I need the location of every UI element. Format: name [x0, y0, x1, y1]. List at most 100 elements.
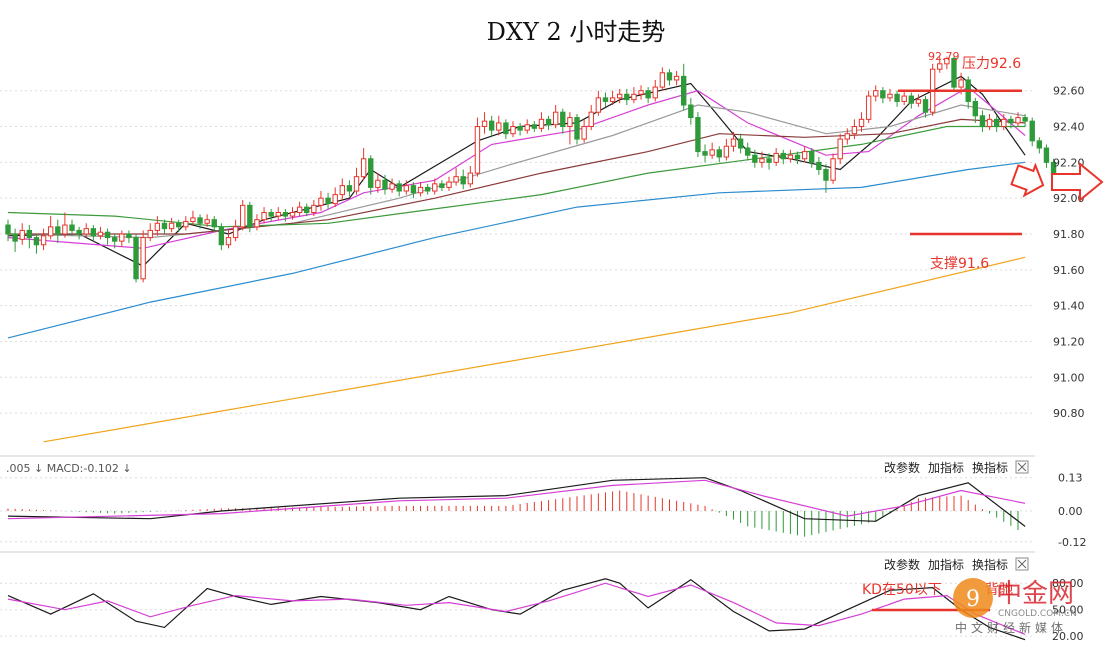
- candle-body: [90, 228, 97, 237]
- candle-body: [1001, 118, 1007, 128]
- candle-body: [638, 90, 644, 95]
- candle-body: [937, 63, 943, 70]
- macd-tick-label: 0.13: [1058, 472, 1083, 485]
- indicator-button-1[interactable]: 改参数: [884, 460, 920, 475]
- candle: [652, 79, 658, 102]
- candle-body: [453, 176, 459, 183]
- candle-body: [254, 219, 260, 228]
- candle-body: [524, 124, 530, 131]
- candle: [702, 144, 708, 163]
- candle-body: [382, 179, 388, 190]
- candle: [467, 165, 474, 188]
- macd-dea-line: [7, 479, 1026, 520]
- indicator-button-3[interactable]: 换指标: [972, 460, 1008, 475]
- candle-body: [894, 93, 900, 102]
- candle: [830, 153, 836, 184]
- candle: [908, 92, 914, 109]
- candle-body: [332, 194, 338, 205]
- candle-body: [240, 204, 246, 228]
- candle: [901, 90, 907, 106]
- candle-body: [97, 231, 104, 237]
- candle-body: [681, 75, 687, 106]
- candle-body: [40, 235, 47, 246]
- candle-body: [474, 126, 481, 174]
- candle-body: [439, 183, 445, 188]
- candle-body: [318, 197, 324, 206]
- candle-body: [232, 226, 239, 239]
- candle: [240, 199, 246, 231]
- indicator-button-2[interactable]: 加指标: [928, 557, 964, 572]
- candle-body: [709, 149, 715, 156]
- candle-body: [268, 212, 274, 217]
- candle: [154, 216, 161, 236]
- candle: [62, 212, 68, 238]
- candle-body: [467, 172, 474, 185]
- candle-body: [816, 161, 822, 171]
- candle-body: [809, 151, 815, 163]
- candle-body: [304, 206, 310, 214]
- candle-body: [595, 97, 602, 113]
- candle-body: [716, 149, 722, 158]
- candle: [638, 85, 644, 100]
- macd-toolbar: 改参数 加指标 换指标: [884, 460, 1029, 475]
- candle: [880, 87, 886, 104]
- candle-body: [830, 158, 836, 181]
- price-tick-label: 91.60: [1053, 264, 1085, 277]
- candle-body: [880, 90, 886, 99]
- candle-body: [389, 183, 395, 190]
- candle: [745, 142, 751, 161]
- candle-body: [282, 212, 289, 217]
- candle-body: [225, 237, 232, 246]
- moving-average-lines: [7, 75, 1026, 443]
- candle-body: [609, 97, 616, 102]
- candle-body: [311, 204, 317, 214]
- candle: [424, 183, 431, 195]
- candle: [126, 230, 132, 243]
- candle: [816, 156, 822, 175]
- candle-body: [161, 222, 168, 230]
- candle-body: [865, 95, 872, 120]
- candle-body: [538, 118, 545, 129]
- moving-average-line: [43, 256, 1026, 443]
- price-tick-label: 90.80: [1053, 407, 1085, 420]
- price-tick-label: 91.40: [1053, 300, 1085, 313]
- candle: [183, 216, 189, 231]
- candle-body: [844, 133, 850, 140]
- candle: [517, 122, 523, 136]
- candle: [47, 216, 54, 240]
- candle: [254, 214, 260, 231]
- candle: [986, 113, 993, 131]
- candle-body: [922, 99, 929, 113]
- candle: [446, 176, 452, 192]
- candle-body: [1015, 117, 1021, 124]
- candle-body: [730, 138, 737, 147]
- candle-body: [19, 229, 25, 240]
- candle: [1043, 144, 1050, 168]
- candle: [602, 92, 609, 107]
- candle-body: [368, 158, 374, 188]
- candle-body: [510, 126, 516, 135]
- indicator-button-3[interactable]: 换指标: [972, 557, 1008, 572]
- kd-annotation: KD在50以下: [862, 582, 942, 598]
- macd-header-label: .005 ↓ MACD:-0.102 ↓: [6, 462, 132, 475]
- chart-title: DXY 2 小时走势: [487, 18, 666, 46]
- candle: [19, 223, 25, 245]
- candle: [787, 149, 794, 163]
- candle: [190, 210, 196, 226]
- candle-body: [360, 158, 367, 178]
- candle: [695, 112, 701, 157]
- candle-body: [723, 145, 730, 158]
- candle-body: [403, 185, 409, 192]
- candle: [581, 119, 587, 143]
- candle-body: [460, 176, 466, 185]
- indicator-button-2[interactable]: 加指标: [928, 460, 964, 475]
- candle-body: [773, 152, 779, 163]
- candle-body: [645, 90, 651, 99]
- candle-body: [858, 118, 865, 128]
- candle-body: [247, 204, 253, 228]
- candle-body: [887, 93, 893, 99]
- indicator-button-1[interactable]: 改参数: [884, 557, 920, 572]
- candle: [104, 228, 111, 245]
- candle: [688, 97, 694, 125]
- resistance-label: 压力92.6: [962, 56, 1021, 72]
